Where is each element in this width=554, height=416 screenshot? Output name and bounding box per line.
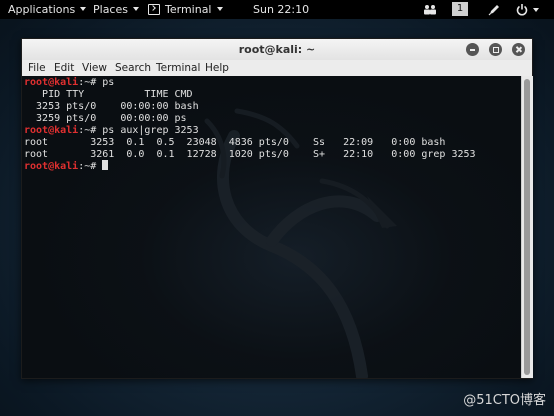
close-button[interactable]: [512, 43, 525, 56]
places-label: Places: [93, 3, 128, 16]
text-cursor: [102, 160, 109, 170]
scrollbar-thumb[interactable]: [524, 79, 530, 375]
terminal-line: 3259 pts/0 00:00:00 ps: [24, 113, 476, 125]
menu-view[interactable]: View: [82, 60, 107, 76]
terminal-window: root@kali: ~ File Edit View Search Termi…: [21, 38, 533, 379]
line-text: 3253 pts/0 00:00:00 bash: [24, 101, 199, 112]
terminal-line: root@kali:~#: [24, 160, 476, 173]
line-text: root 3261 0.0 0.1 12728 1020 pts/0 S+ 22…: [24, 149, 476, 160]
menu-file[interactable]: File: [28, 60, 46, 76]
terminal-line: PID TTY TIME CMD: [24, 89, 476, 101]
prompt: root@kali: [24, 77, 79, 88]
terminal-app-menu[interactable]: Terminal: [148, 0, 223, 19]
power-icon[interactable]: [516, 3, 528, 16]
line-text: PID TTY TIME CMD: [24, 89, 193, 100]
terminal-output[interactable]: root@kali:~# ps PID TTY TIME CMD 3253 pt…: [22, 76, 521, 378]
terminal-lines: root@kali:~# ps PID TTY TIME CMD 3253 pt…: [24, 77, 476, 173]
menu-edit[interactable]: Edit: [54, 60, 74, 76]
line-text: :~# ps aux|grep 3253: [78, 125, 199, 136]
prompt: root@kali: [24, 125, 79, 136]
terminal-line: 3253 pts/0 00:00:00 bash: [24, 101, 476, 113]
prompt: root@kali: [24, 161, 79, 172]
menu-bar: File Edit View Search Terminal Help: [22, 60, 532, 77]
chevron-down-icon: [216, 7, 223, 11]
scrollbar[interactable]: [521, 76, 533, 378]
menu-help[interactable]: Help: [205, 60, 229, 76]
terminal-icon: [148, 3, 160, 15]
applications-menu[interactable]: Applications: [8, 0, 87, 19]
terminal-app-label: Terminal: [165, 3, 212, 16]
menu-search[interactable]: Search: [115, 60, 151, 76]
clock[interactable]: Sun 22:10: [253, 0, 309, 19]
minimize-button[interactable]: [466, 43, 479, 56]
pen-icon[interactable]: [488, 3, 500, 16]
workspace-indicator[interactable]: 1: [452, 2, 468, 16]
terminal-line: root@kali:~# ps aux|grep 3253: [24, 125, 476, 137]
window-titlebar[interactable]: root@kali: ~: [22, 39, 532, 61]
top-panel: Applications Places Terminal Sun 22:10 1: [0, 0, 554, 19]
line-text: :~#: [78, 161, 103, 172]
terminal-line: root@kali:~# ps: [24, 77, 476, 89]
menu-terminal[interactable]: Terminal: [156, 60, 200, 76]
window-title: root@kali: ~: [238, 43, 316, 56]
applications-label: Applications: [8, 3, 76, 16]
chevron-down-icon[interactable]: [533, 8, 539, 12]
people-icon[interactable]: [423, 4, 437, 15]
chevron-down-icon: [132, 7, 139, 11]
line-text: root 3253 0.1 0.5 23048 4836 pts/0 Ss 22…: [24, 137, 446, 148]
watermark: @51CTO博客: [463, 393, 546, 408]
terminal-line: root 3253 0.1 0.5 23048 4836 pts/0 Ss 22…: [24, 137, 476, 149]
line-text: 3259 pts/0 00:00:00 ps: [24, 113, 187, 124]
line-text: :~# ps: [78, 77, 115, 88]
maximize-button[interactable]: [489, 43, 502, 56]
clock-label: Sun 22:10: [253, 3, 310, 16]
chevron-down-icon: [80, 7, 87, 11]
places-menu[interactable]: Places: [93, 0, 139, 19]
terminal-line: root 3261 0.0 0.1 12728 1020 pts/0 S+ 22…: [24, 149, 476, 161]
